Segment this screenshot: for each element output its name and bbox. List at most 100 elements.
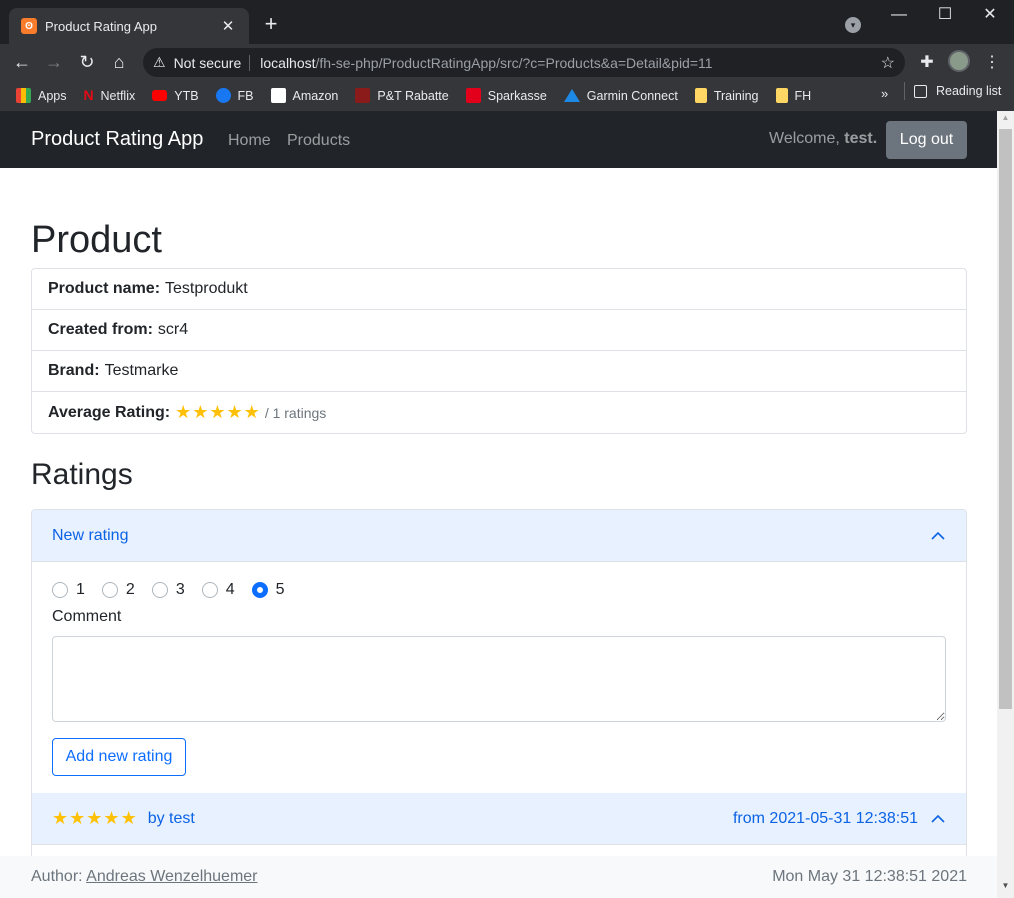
home-icon[interactable]: ⌂ (107, 50, 131, 74)
radio-circle[interactable] (201, 582, 218, 598)
star-icon: ★ (192, 402, 209, 422)
bookmark-netflix[interactable]: N Netflix (84, 88, 136, 103)
bookmark-label: Training (713, 88, 759, 103)
tab-bar: ʘ Product Rating App ✕ + ▾ — ☐ ✕ (0, 0, 1014, 44)
average-rating-stars: ★★★★★ (175, 402, 261, 423)
reload-icon[interactable]: ↻ (75, 50, 99, 74)
netflix-icon: N (83, 87, 94, 103)
add-new-rating-button[interactable]: Add new rating (52, 738, 186, 776)
new-rating-form: 1 2 3 4 5 Comment Add new rating (32, 562, 966, 793)
logout-button[interactable]: Log out (886, 121, 967, 159)
amazon-icon (270, 88, 286, 103)
minimize-button[interactable]: — (876, 4, 922, 28)
omnibox-divider (249, 54, 251, 71)
scroll-up-arrow-icon[interactable]: ▲ (997, 113, 1014, 127)
welcome-username: test. (844, 130, 878, 147)
created-from-row: Created from: scr4 (32, 310, 966, 351)
back-arrow-icon[interactable]: ← (10, 50, 34, 74)
profile-avatar[interactable] (948, 50, 970, 72)
page-viewport: Product Rating App Home Products Welcome… (0, 111, 1014, 898)
bookmark-label: Garmin Connect (586, 88, 678, 103)
rating-radio-1[interactable]: 1 (52, 581, 85, 599)
rating-radio-4[interactable]: 4 (201, 581, 235, 599)
radio-circle[interactable] (151, 582, 168, 598)
bookmark-star-icon[interactable]: ☆ (881, 53, 895, 73)
new-rating-title: New rating (52, 526, 129, 544)
scroll-down-arrow-icon[interactable]: ▼ (997, 881, 1014, 895)
rating-radio-3[interactable]: 3 (151, 581, 185, 599)
radio-label: 1 (76, 581, 85, 598)
nav-products-link[interactable]: Products (287, 132, 350, 150)
xampp-icon: ʘ (21, 18, 37, 34)
url-host: localhost (260, 54, 316, 71)
menu-kebab-icon[interactable]: ⋮ (982, 52, 1002, 72)
bookmark-training[interactable]: Training (694, 88, 759, 103)
radio-circle[interactable] (52, 582, 68, 598)
app-brand[interactable]: Product Rating App (31, 128, 203, 151)
vertical-scrollbar[interactable]: ▲ ▼ (997, 111, 1014, 898)
chevron-up-icon[interactable] (930, 811, 946, 827)
bookmark-label: YTB (174, 88, 199, 103)
author-link[interactable]: Andreas Wenzelhuemer (86, 868, 257, 885)
star-icon: ★ (226, 402, 243, 422)
bookmark-label: Netflix (100, 88, 136, 103)
security-label[interactable]: Not secure (174, 55, 242, 71)
app-navbar: Product Rating App Home Products Welcome… (0, 111, 997, 168)
reading-list-label: Reading list (936, 84, 1002, 98)
browser-chrome: ʘ Product Rating App ✕ + ▾ — ☐ ✕ ← → ↻ ⌂… (0, 0, 1014, 111)
rating-radio-5[interactable]: 5 (251, 581, 285, 599)
created-from-value: scr4 (157, 321, 189, 338)
tab-search-icon[interactable]: ▾ (845, 17, 861, 33)
welcome-text: Welcome, test. (769, 130, 877, 148)
nav-home-link[interactable]: Home (228, 132, 271, 150)
comment-label: Comment (52, 608, 122, 625)
bookmark-label: Sparkasse (487, 88, 547, 103)
bookmark-ytb[interactable]: YTB (152, 88, 199, 103)
maximize-button[interactable]: ☐ (922, 4, 968, 28)
bookmark-amazon[interactable]: Amazon (270, 88, 338, 103)
bookmark-pt-rabatte[interactable]: P&T Rabatte (355, 88, 449, 103)
average-rating-label: Average Rating: (48, 403, 171, 421)
ratings-heading: Ratings (31, 458, 133, 491)
rating-radio-2[interactable]: 2 (101, 581, 135, 599)
close-window-button[interactable]: ✕ (967, 4, 1013, 28)
author-prefix: Author: (31, 868, 83, 885)
apps-grid-icon (16, 88, 31, 103)
warning-icon[interactable]: ⚠ (153, 54, 166, 71)
tab-close-icon[interactable]: ✕ (219, 17, 237, 35)
star-icon: ★ (120, 808, 137, 828)
star-icon: ★ (69, 808, 86, 828)
reading-list-button[interactable]: Reading list (904, 82, 1002, 100)
page-footer: Author: Andreas Wenzelhuemer Mon May 31 … (0, 856, 997, 898)
new-tab-button[interactable]: + (259, 12, 283, 36)
bookmark-label: FB (237, 88, 254, 103)
address-bar[interactable]: ⚠ Not secure localhost/fh-se-php/Product… (143, 48, 905, 77)
bookmarks-bar: Apps N Netflix YTB FB Amazon P&T Rabatte … (0, 80, 1014, 111)
bookmark-sparkasse[interactable]: Sparkasse (465, 88, 547, 103)
extensions-puzzle-icon[interactable]: ✚ (917, 52, 937, 72)
radio-label: 4 (225, 581, 235, 598)
radio-circle[interactable] (251, 582, 268, 598)
tab-title: Product Rating App (45, 18, 158, 34)
bookmark-fb[interactable]: FB (215, 88, 254, 103)
bookmark-label: Apps (38, 88, 67, 103)
more-bookmarks-chevron-icon[interactable]: » (881, 86, 888, 101)
product-name-row: Product name: Testprodukt (32, 269, 966, 310)
brand-label: Brand: (48, 362, 100, 379)
bookmark-fh[interactable]: FH (775, 88, 811, 103)
footer-author: Author: Andreas Wenzelhuemer (31, 868, 258, 886)
comment-textarea[interactable] (52, 636, 946, 722)
scroll-thumb[interactable] (999, 129, 1012, 709)
ratings-accordion: New rating 12345 Comment Add new rating … (31, 509, 967, 898)
bookmark-garmin[interactable]: Garmin Connect (563, 88, 678, 103)
bookmark-apps[interactable]: Apps (16, 88, 67, 103)
rating-item-header[interactable]: ★★★★★ by test from 2021-05-31 12:38:51 (32, 793, 966, 845)
radio-circle[interactable] (101, 582, 118, 598)
chevron-up-icon[interactable] (930, 528, 946, 544)
folder-icon (775, 88, 788, 103)
forward-arrow-icon[interactable]: → (42, 50, 66, 74)
footer-datetime: Mon May 31 12:38:51 2021 (772, 868, 967, 885)
star-icon: ★ (209, 402, 226, 422)
new-rating-accordion-header[interactable]: New rating (32, 510, 966, 562)
browser-tab[interactable]: ʘ Product Rating App ✕ (9, 8, 249, 44)
